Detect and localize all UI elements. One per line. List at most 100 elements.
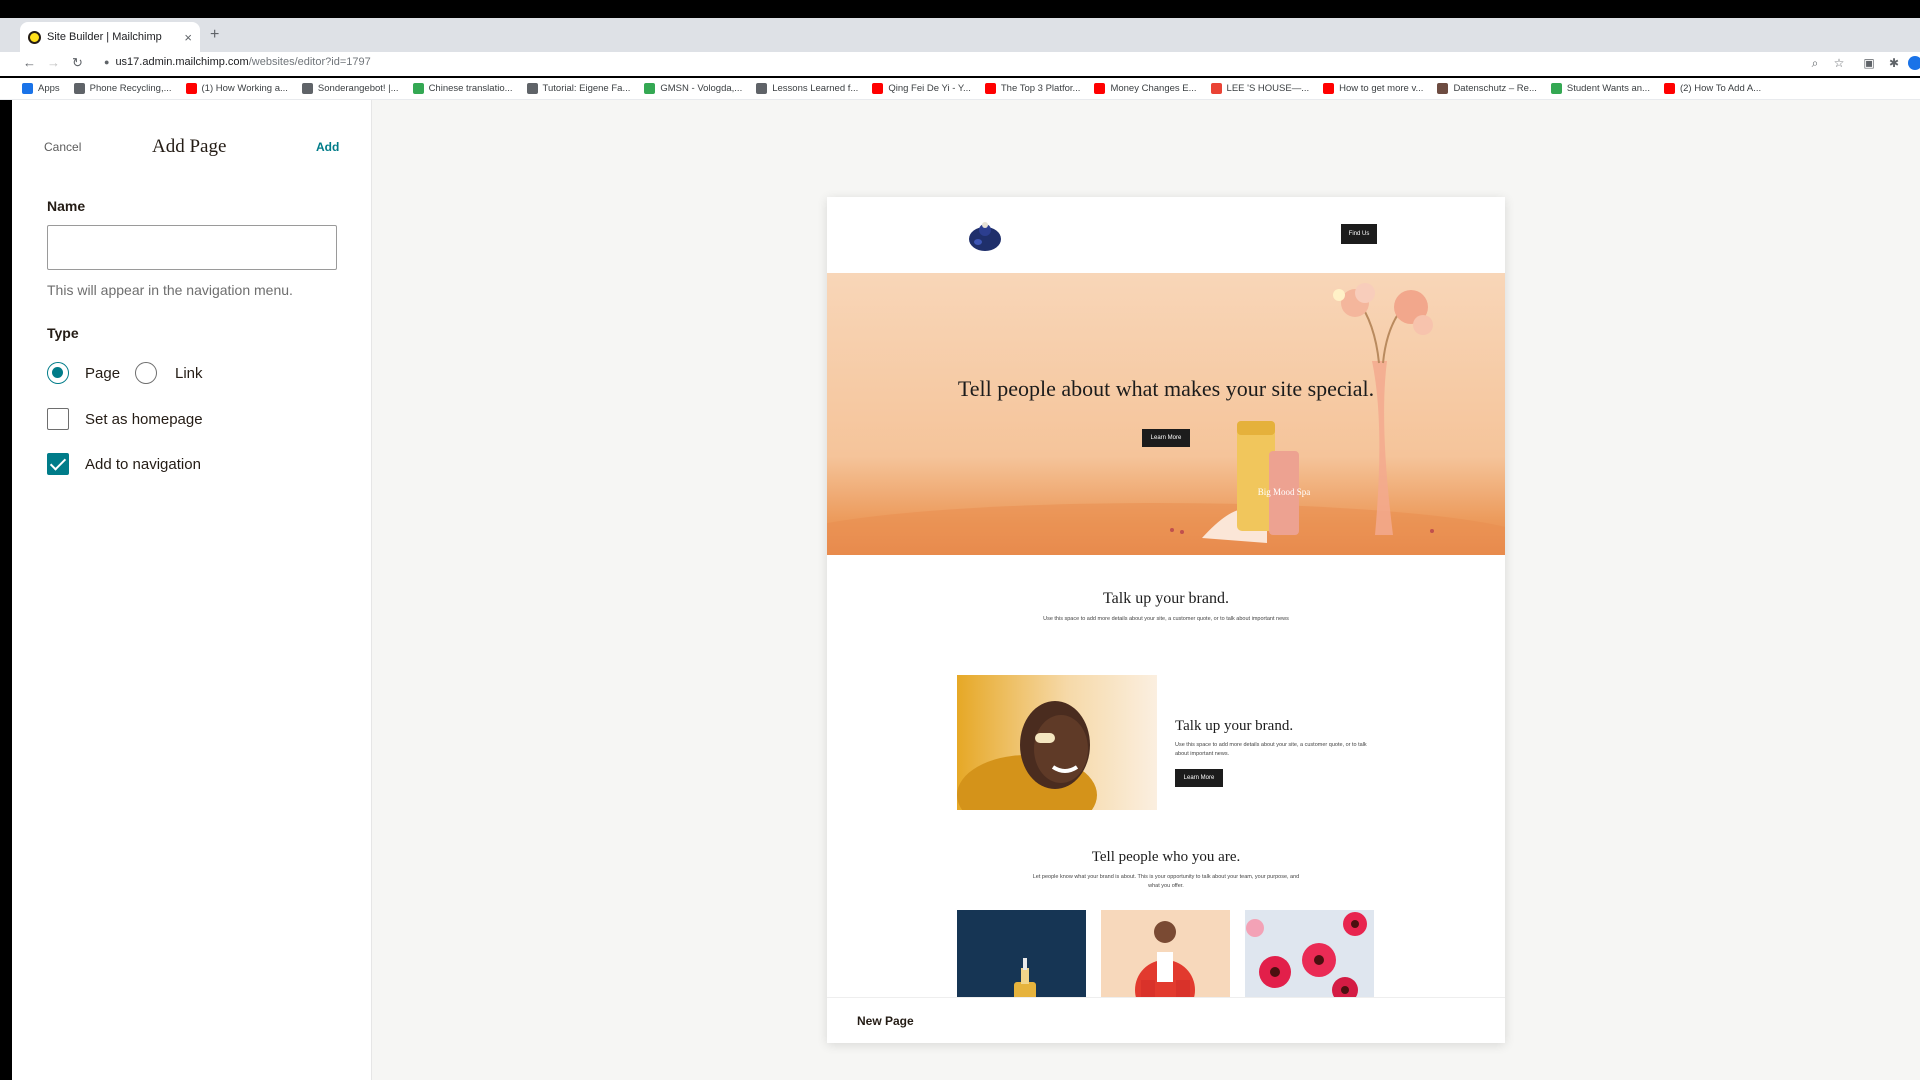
zoom-icon[interactable]: ⌕ — [1808, 56, 1822, 70]
type-page-label: Page — [85, 365, 121, 382]
bookmark-item[interactable]: Chinese translatio... — [412, 83, 513, 94]
bookmark-label: How to get more v... — [1339, 83, 1424, 94]
bookmark-favicon-icon — [1210, 83, 1222, 94]
section3-text: Let people know what your brand is about… — [1032, 874, 1300, 889]
bookmark-label: The Top 3 Platfor... — [1000, 83, 1081, 94]
bookmark-item[interactable]: Lessons Learned f... — [756, 83, 858, 94]
bookmark-item[interactable]: Datenschutz – Re... — [1437, 83, 1537, 94]
add-page-panel: Cancel Add Page Add Name This will appea… — [12, 100, 372, 1080]
bookmark-item[interactable]: (1) How Working a... — [185, 83, 288, 94]
bookmark-item[interactable]: Tutorial: Eigene Fa... — [526, 83, 631, 94]
add-button[interactable]: Add — [316, 140, 339, 154]
bookmark-label: Datenschutz – Re... — [1453, 83, 1537, 94]
jar-label-text: Big Mood Spa — [1258, 487, 1311, 497]
bookmark-favicon-icon — [872, 83, 884, 94]
bookmark-label: Apps — [38, 83, 60, 94]
tab-strip — [0, 18, 1920, 52]
bookmark-favicon-icon — [1437, 83, 1449, 94]
profile-avatar[interactable] — [1908, 56, 1920, 70]
bookmark-favicon-icon — [301, 83, 313, 94]
bookmark-item[interactable]: LEE 'S HOUSE—... — [1210, 83, 1310, 94]
bookmark-item[interactable]: GMSN - Vologda,... — [644, 83, 742, 94]
name-label: Name — [47, 198, 86, 214]
screen: Site Builder | Mailchimp × + ← → ↻ ● us17… — [0, 0, 1920, 1080]
forward-icon[interactable]: → — [47, 55, 60, 70]
section2-text: Use this space to add more details about… — [1175, 742, 1367, 757]
bookmark-label: Lessons Learned f... — [772, 83, 859, 94]
navigation-checkbox[interactable] — [47, 453, 69, 475]
portrait-image — [957, 675, 1157, 810]
back-icon[interactable]: ← — [23, 55, 36, 70]
find-us-button[interactable]: Find Us — [1341, 224, 1377, 244]
cancel-button[interactable]: Cancel — [44, 140, 81, 154]
bookmark-item[interactable]: The Top 3 Platfor... — [984, 83, 1081, 94]
bookmark-label: Student Wants an... — [1566, 83, 1650, 94]
gallery-image-person — [1101, 910, 1230, 1000]
preview-header: Find Us — [827, 197, 1505, 273]
bookmark-item[interactable]: Apps — [22, 83, 60, 94]
bookmark-item[interactable]: Qing Fei De Yi - Y... — [872, 83, 971, 94]
section2-learn-more-button[interactable]: Learn More — [1175, 769, 1223, 787]
gallery-image-bottle — [957, 910, 1086, 1000]
bookmark-item[interactable]: Phone Recycling,... — [73, 83, 172, 94]
homepage-label: Set as homepage — [85, 411, 203, 428]
tab-close-icon[interactable]: × — [184, 30, 192, 45]
bookmark-item[interactable]: Sonderangebot! |... — [301, 83, 399, 94]
type-link-radio[interactable] — [135, 362, 157, 384]
reload-icon[interactable]: ↻ — [72, 55, 83, 71]
panel-title: Add Page — [152, 136, 227, 157]
bookmark-item[interactable]: How to get more v... — [1323, 83, 1423, 94]
browser-tab[interactable]: Site Builder | Mailchimp × — [20, 22, 200, 52]
section1-title: Talk up your brand. — [1103, 590, 1229, 607]
url-field[interactable]: ● us17.admin.mailchimp.com/websites/edito… — [104, 56, 371, 68]
bookmark-label: Chinese translatio... — [428, 83, 513, 94]
type-label: Type — [47, 325, 79, 341]
hero-learn-more-button[interactable]: Learn More — [1142, 429, 1190, 447]
hero-title: Tell people about what makes your site s… — [957, 376, 1375, 401]
bookmark-label: Money Changes E... — [1110, 83, 1197, 94]
bookmark-favicon-icon — [984, 83, 996, 94]
bookmark-favicon-icon — [1550, 83, 1562, 94]
bookmark-item[interactable]: Money Changes E... — [1094, 83, 1197, 94]
name-input[interactable] — [47, 225, 337, 270]
bookmark-item[interactable]: (2) How To Add A... — [1663, 83, 1762, 94]
mailchimp-favicon-icon — [28, 30, 41, 44]
bookmark-favicon-icon — [644, 83, 656, 94]
bookmark-favicon-icon — [412, 83, 424, 94]
bookmark-label: (1) How Working a... — [201, 83, 288, 94]
bookmark-label: GMSN - Vologda,... — [660, 83, 743, 94]
type-page-radio[interactable] — [47, 362, 69, 384]
new-page-tab[interactable]: New Page — [857, 1014, 914, 1028]
bookmark-label: LEE 'S HOUSE—... — [1226, 83, 1310, 94]
type-link-label: Link — [175, 365, 203, 382]
bookmark-favicon-icon — [73, 83, 85, 94]
hero-illustration: Big Mood Spa — [827, 283, 1505, 555]
puzzle-icon[interactable]: ✱ — [1887, 56, 1901, 70]
bookmark-label: Phone Recycling,... — [89, 83, 172, 94]
bookmark-label: Tutorial: Eigene Fa... — [542, 83, 631, 94]
bookmark-label: Sonderangebot! |... — [317, 83, 399, 94]
bookmarks-bar: Apps Phone Recycling,... (1) How Working a… — [0, 78, 1920, 100]
bookmark-favicon-icon — [1323, 83, 1335, 94]
bookmark-label: Qing Fei De Yi - Y... — [888, 83, 971, 94]
homepage-checkbox[interactable] — [47, 408, 69, 430]
gallery-image-flowers — [1245, 910, 1374, 1000]
bookmark-favicon-icon — [1094, 83, 1106, 94]
bookmark-label: (2) How To Add A... — [1679, 83, 1762, 94]
bookmark-item[interactable]: Student Wants an... — [1550, 83, 1650, 94]
bookmark-favicon-icon — [185, 83, 197, 94]
section3-title: Tell people who you are. — [1091, 849, 1241, 865]
tab-title: Site Builder | Mailchimp — [47, 31, 162, 43]
bookmark-star-icon[interactable]: ☆ — [1832, 56, 1846, 70]
hero-section: Big Mood Spa Tell people about what make… — [827, 273, 1505, 555]
bookmark-favicon-icon — [526, 83, 538, 94]
site-preview[interactable]: Find Us Big Mood Spa Tell people about w… — [827, 197, 1505, 1043]
name-hint: This will appear in the navigation menu. — [47, 282, 293, 298]
lock-icon: ● — [104, 57, 110, 67]
extension-icon[interactable]: ▣ — [1862, 56, 1876, 70]
site-logo-icon — [969, 222, 1001, 251]
page-tabs-bar: New Page — [827, 997, 1505, 1043]
bookmark-favicon-icon — [1663, 83, 1675, 94]
new-tab-button[interactable]: + — [210, 26, 219, 44]
navigation-label: Add to navigation — [85, 456, 201, 473]
